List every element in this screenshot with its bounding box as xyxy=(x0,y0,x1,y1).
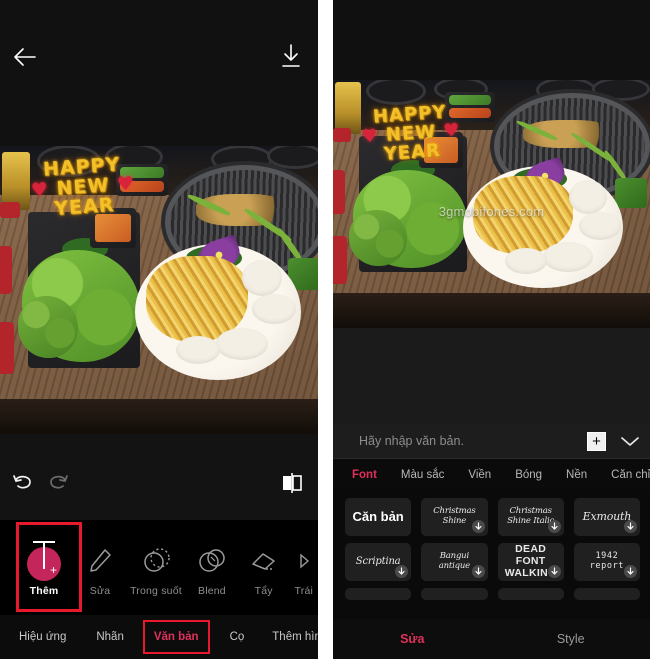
selection-highlight-box xyxy=(142,620,210,654)
right-bottom-tabs: Sửa Style xyxy=(333,619,650,659)
tool-blend[interactable]: Blend xyxy=(186,529,238,607)
right-editor-gap xyxy=(333,328,650,424)
download-icon[interactable] xyxy=(624,520,637,533)
bottom-tab-sua[interactable]: Sửa xyxy=(333,632,492,646)
nav-item-nhan[interactable]: Nhãn xyxy=(94,627,126,647)
tab-nen[interactable]: Nền xyxy=(566,469,587,481)
download-icon[interactable] xyxy=(471,565,485,578)
font-tile[interactable] xyxy=(345,588,412,600)
text-input-row[interactable]: Hãy nhập văn bản. + xyxy=(333,424,650,459)
download-icon[interactable] xyxy=(471,520,485,533)
bottom-tab-style[interactable]: Style xyxy=(492,632,650,646)
watermark: 3gmobifones.com xyxy=(438,204,545,219)
left-photo-canvas[interactable]: HAPPY ♥ NEW ♥ YEAR xyxy=(0,146,318,434)
font-row: Scriptina Bangui antique DEAD FONT WALKI… xyxy=(345,543,640,581)
font-tile[interactable] xyxy=(421,588,488,600)
font-tile[interactable]: Exmouth xyxy=(573,498,640,536)
tool-label: Trong suốt xyxy=(130,584,182,597)
tab-bong[interactable]: Bóng xyxy=(515,469,542,481)
font-row: Căn bản Christmas Shine Christmas Shine … xyxy=(345,498,640,536)
eraser-icon xyxy=(249,539,279,583)
left-bottom-nav: Hiệu ứng Nhãn Văn bản Cọ Thêm hình ảnh xyxy=(0,615,318,659)
opacity-icon xyxy=(141,539,171,583)
tab-mau-sac[interactable]: Màu sắc xyxy=(401,469,444,481)
font-tile[interactable]: Scriptina xyxy=(345,543,412,581)
arrow-left-icon[interactable] xyxy=(12,46,38,68)
heart-icon: ♥ xyxy=(116,172,136,196)
style-tab-row: Font Màu sắc Viền Bóng Nền Căn chỉnh xyxy=(333,459,650,490)
nav-item-them-hinh-anh[interactable]: Thêm hình ảnh xyxy=(270,627,318,647)
font-tile[interactable]: Christmas Shine Italic xyxy=(497,498,564,536)
photo-text-overlay: HAPPY ♥ NEW ♥ YEAR xyxy=(28,153,138,220)
nav-item-van-ban[interactable]: Văn bản xyxy=(142,620,210,654)
redo-icon[interactable] xyxy=(45,472,69,494)
tool-label: Tẩy xyxy=(254,584,273,597)
tool-trong-suot[interactable]: Trong suốt xyxy=(126,529,186,607)
chevron-down-icon[interactable] xyxy=(620,435,640,447)
download-icon[interactable] xyxy=(547,565,561,578)
font-tile[interactable]: Bangui antique xyxy=(421,543,488,581)
nav-item-co[interactable]: Cọ xyxy=(228,627,247,647)
left-topbar xyxy=(0,0,318,146)
add-text-button[interactable]: + xyxy=(587,432,606,451)
font-tile[interactable]: 1942 report xyxy=(573,543,640,581)
download-icon[interactable] xyxy=(547,520,561,533)
font-tile[interactable]: DEAD FONT WALKING xyxy=(497,543,564,581)
font-name: Căn bản xyxy=(352,508,404,524)
play-triangle-icon xyxy=(297,539,311,583)
tool-label: Trái xyxy=(294,584,314,597)
undo-icon[interactable] xyxy=(12,472,36,494)
font-tile[interactable]: Christmas Shine xyxy=(421,498,488,536)
right-screen-panel: HAPPY ♥ NEW ♥ YEAR 3gmobifones.com Hãy n… xyxy=(333,0,650,659)
right-topbar xyxy=(333,0,650,80)
tool-trai[interactable]: Trái xyxy=(290,529,318,607)
download-icon[interactable] xyxy=(395,565,409,578)
blend-icon xyxy=(197,539,227,583)
nav-item-hieu-ung[interactable]: Hiệu ứng xyxy=(17,627,68,647)
font-tile[interactable] xyxy=(573,588,640,600)
text-input-placeholder: Hãy nhập văn bản. xyxy=(359,434,464,448)
font-grid[interactable]: Căn bản Christmas Shine Christmas Shine … xyxy=(333,490,650,620)
right-photo-canvas[interactable]: HAPPY ♥ NEW ♥ YEAR 3gmobifones.com xyxy=(333,80,650,328)
photo-scene: HAPPY ♥ NEW ♥ YEAR xyxy=(0,146,318,434)
font-row-clipped xyxy=(345,588,640,600)
heart-icon: ♥ xyxy=(442,119,462,142)
photo-text-overlay: HAPPY ♥ NEW ♥ YEAR xyxy=(359,102,463,166)
font-tile[interactable]: Căn bản xyxy=(345,498,412,536)
heart-icon: ♥ xyxy=(30,178,50,202)
heart-icon: ♥ xyxy=(360,125,380,148)
tab-font[interactable]: Font xyxy=(352,469,377,481)
tool-label: Sửa xyxy=(89,584,111,597)
screenshot-stage: HAPPY ♥ NEW ♥ YEAR + Thêm Sửa Trong suốt… xyxy=(0,0,650,659)
tab-vien[interactable]: Viền xyxy=(468,469,491,481)
add-text-icon: + xyxy=(27,539,62,583)
tab-can-chinh[interactable]: Căn chỉnh xyxy=(611,469,650,481)
tool-label: Blend xyxy=(197,584,226,597)
pencil-icon xyxy=(87,539,113,583)
font-tile[interactable] xyxy=(497,588,564,600)
tool-tay[interactable]: Tẩy xyxy=(238,529,290,607)
tool-them[interactable]: + Thêm xyxy=(14,521,82,612)
download-icon[interactable] xyxy=(624,565,637,578)
left-screen-panel: HAPPY ♥ NEW ♥ YEAR + Thêm Sửa Trong suốt… xyxy=(0,0,318,659)
tool-sua[interactable]: Sửa xyxy=(74,529,126,607)
left-tool-strip: + Thêm Sửa Trong suốt Blend Tẩy Trái xyxy=(0,520,318,615)
download-icon[interactable] xyxy=(280,43,302,69)
tool-label: Thêm xyxy=(29,584,59,597)
left-history-bar xyxy=(0,434,318,520)
layers-icon[interactable] xyxy=(280,471,304,495)
